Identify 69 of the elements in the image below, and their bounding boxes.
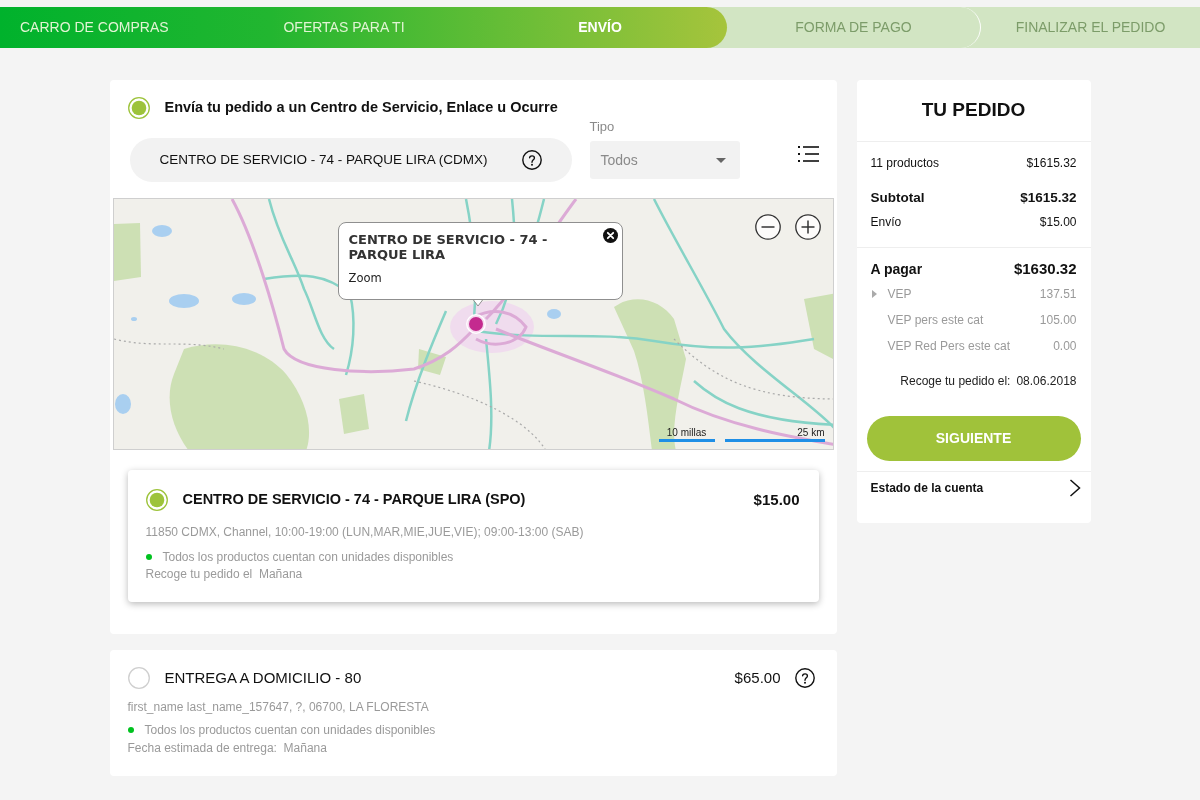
park-area [338,394,369,434]
summary-label: Envío [870,214,902,231]
checkout-step-tab[interactable]: FORMA DE PAGO [727,7,981,48]
vep-label: VEP pers este cat [887,312,985,329]
close-icon[interactable] [602,228,618,243]
option-title: Envía tu pedido a un Centro de Servicio, Enlace u Ocurre [164,98,558,118]
help-icon[interactable] [521,150,542,170]
summary-value: $1615.32 [1020,188,1077,207]
availability-text: Todos los productos cuentan con unidades disponibles [162,548,454,565]
summary-value: $15.00 [1039,214,1077,231]
status-dot-icon [127,727,134,733]
summary-label: Subtotal [870,188,925,207]
vep-label: VEP Red Pers este cat [887,338,1011,355]
park-area [113,223,141,281]
search-field[interactable]: CENTRO DE SERVICIO - 74 - PARQUE LIRA (CDMX) [129,138,572,182]
scale-bar [658,439,715,442]
chevron-right-icon [1068,479,1081,497]
summary-value: $1615.32 [1026,155,1077,172]
location-card[interactable] [127,470,819,602]
scale-label: 10 millas [666,427,707,439]
checkout-step-tab[interactable]: CARRO DE COMPRAS [0,7,215,48]
checkout-step-tab[interactable]: ENVÍO [473,7,727,48]
delivery-price: $65.00 [734,667,781,688]
scale-label: 25 km [797,427,825,439]
delivery-address: first_name last_name_157647, ?, 06700, LA FLORESTA [127,699,430,715]
availability-text: Todos los productos cuentan con unidades disponibles [144,722,436,738]
zoom-link[interactable]: Zoom [348,270,382,288]
zoom-out-icon[interactable] [754,214,781,240]
radio-button[interactable] [127,97,150,119]
radio-button[interactable] [145,489,168,512]
lake [114,394,131,414]
vep-value: 137.51 [1039,286,1077,303]
summary-title: TU PEDIDO [921,98,1026,123]
location-address: 11850 CDMX, Channel, 10:00-19:00 (LUN,MAR,MIE,JUE,VIE); 09:00-13:00 (SAB) [145,523,585,540]
next-button[interactable]: SIGUIENTE [866,416,1081,461]
popup-title: CENTRO DE SERVICIO - 74 - PARQUE LIRA [348,232,549,262]
account-link[interactable]: Estado de la cuenta [856,472,1091,497]
total-value: $1630.32 [1013,258,1077,279]
dropdown-value: Todos [600,150,638,170]
pickup-date-label: Recoge tu pedido el: [900,373,1011,390]
list-icon[interactable] [797,144,819,164]
vep-label: VEP [887,286,913,303]
lake [151,225,172,237]
pickup-date-value: 08.06.2018 [1016,373,1077,390]
checkout-step-tab[interactable]: FINALIZAR EL PEDIDO [981,7,1200,48]
search-value: CENTRO DE SERVICIO - 74 - PARQUE LIRA (CDMX) [159,150,489,169]
pickup-date-text: Recoge tu pedido el Mañana [145,565,304,582]
park-area [417,349,446,375]
lake [130,317,137,321]
vep-value: 0.00 [1053,338,1077,355]
checkout-step-tab[interactable]: OFERTAS PARA TI [215,7,473,48]
help-icon[interactable] [794,667,815,688]
type-dropdown[interactable]: Todos [589,141,740,179]
lake [231,293,256,305]
zoom-in-icon[interactable] [794,214,821,240]
vep-value: 105.00 [1039,312,1077,329]
caret-icon [715,157,726,163]
lake [168,294,199,308]
delivery-date-text: Fecha estimada de entrega: Mañana [127,740,328,756]
location-price: $15.00 [753,490,800,510]
option-title: ENTREGA A DOMICILIO - 80 [164,667,363,688]
lake [546,309,561,319]
park-area [803,293,833,361]
location-name: CENTRO DE SERVICIO - 74 - PARQUE LIRA (SPO) [182,490,527,510]
summary-label: 11 productos [870,155,939,172]
radio-button[interactable] [127,666,150,689]
status-dot-icon [145,553,152,560]
type-label: Tipo [589,119,616,135]
total-label: A pagar [870,259,923,279]
